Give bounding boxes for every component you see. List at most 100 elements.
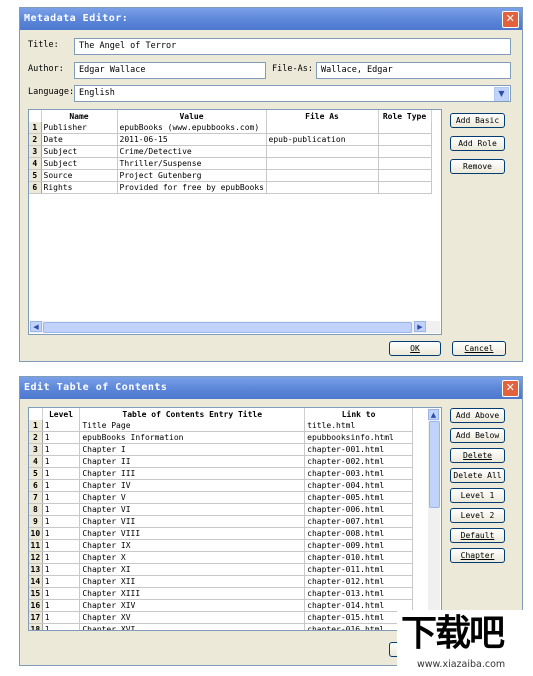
ok-button[interactable]: OK [389, 341, 441, 356]
cell-entry-title[interactable]: Chapter IV [79, 479, 306, 492]
cell-level[interactable]: 1 [42, 455, 81, 468]
cell-level[interactable]: 1 [42, 575, 81, 588]
cell-link-to[interactable]: chapter-010.html [304, 551, 413, 564]
cell-name[interactable]: Rights [41, 181, 118, 194]
cell-file-as[interactable] [266, 169, 379, 182]
cell-entry-title[interactable]: Chapter VII [79, 515, 306, 528]
cell-level[interactable]: 1 [42, 503, 81, 516]
table-row[interactable]: 2 1 epubBooks Information epubbooksinfo.htm… [29, 431, 413, 444]
cell-entry-title[interactable]: Chapter III [79, 467, 306, 480]
cell-link-to[interactable]: chapter-009.html [304, 539, 413, 552]
table-row[interactable]: 15 1 Chapter XIII chapter-013.html [29, 587, 413, 600]
table-row[interactable]: 6 1 Chapter IV chapter-004.html [29, 479, 413, 492]
cell-level[interactable]: 1 [42, 467, 81, 480]
cell-entry-title[interactable]: Chapter VI [79, 503, 306, 516]
table-row[interactable]: 1 Publisher epubBooks (www.epubbooks.com) [29, 122, 432, 134]
table-row[interactable]: 17 1 Chapter XV chapter-015.html [29, 611, 413, 624]
cell-file-as[interactable] [266, 157, 379, 170]
cell-entry-title[interactable]: epubBooks Information [79, 431, 306, 444]
close-icon[interactable]: ✕ [502, 11, 519, 28]
add-role-button[interactable]: Add Role [450, 136, 505, 151]
table-row[interactable]: 3 1 Chapter Ichapter-001.html [29, 443, 413, 456]
table-row[interactable]: 14 1 Chapter XII chapter-012.html [29, 575, 413, 588]
cell-entry-title[interactable]: Chapter XI [79, 563, 306, 576]
default-button[interactable]: Default [450, 528, 505, 543]
scroll-right-icon[interactable]: ▶ [414, 321, 426, 332]
cell-name[interactable]: Source [41, 169, 118, 182]
table-row[interactable]: 12 1 Chapter Xchapter-010.html [29, 551, 413, 564]
delete-button[interactable]: Delete [450, 448, 505, 463]
col-role-type[interactable]: Role Type [378, 110, 432, 122]
cell-file-as[interactable] [266, 122, 379, 134]
col-name[interactable]: Name [41, 110, 118, 122]
metadata-editor-titlebar[interactable]: Metadata Editor: ✕ [20, 8, 522, 30]
cell-entry-title[interactable]: Chapter XII [79, 575, 306, 588]
table-row[interactable]: 4 Subject Thriller/Suspense [29, 157, 432, 170]
cell-entry-title[interactable]: Chapter X [79, 551, 306, 564]
cell-entry-title[interactable]: Title Page [79, 420, 306, 432]
add-above-button[interactable]: Add Above [450, 408, 505, 423]
cell-link-to[interactable]: chapter-004.html [304, 479, 413, 492]
cell-value[interactable]: Thriller/Suspense [117, 157, 267, 170]
cell-link-to[interactable]: chapter-003.html [304, 467, 413, 480]
cell-level[interactable]: 1 [42, 611, 81, 624]
cell-link-to[interactable]: chapter-001.html [304, 443, 413, 456]
cell-name[interactable]: Publisher [41, 122, 118, 134]
cell-entry-title[interactable]: Chapter IX [79, 539, 306, 552]
cell-level[interactable]: 1 [42, 420, 81, 432]
table-row[interactable]: 16 1 Chapter XIV chapter-014.html [29, 599, 413, 612]
cell-level[interactable]: 1 [42, 539, 81, 552]
cell-link-to[interactable]: chapter-011.html [304, 563, 413, 576]
cell-entry-title[interactable]: Chapter XVI [79, 623, 306, 630]
table-row[interactable]: 4 1 Chapter II chapter-002.html [29, 455, 413, 468]
cell-entry-title[interactable]: Chapter XIV [79, 599, 306, 612]
table-row[interactable]: 11 1 Chapter IX chapter-009.html [29, 539, 413, 552]
scroll-up-icon[interactable]: ▲ [428, 409, 439, 420]
level-1-button[interactable]: Level 1 [450, 488, 505, 503]
table-row[interactable]: 13 1 Chapter XI chapter-011.html [29, 563, 413, 576]
cell-name[interactable]: Date [41, 133, 118, 146]
table-row[interactable]: 2 Date 2011-06-15 epub-publication [29, 133, 432, 146]
cell-link-to[interactable]: chapter-013.html [304, 587, 413, 600]
delete-all-button[interactable]: Delete All [450, 468, 505, 483]
author-field[interactable]: Edgar Wallace [74, 62, 266, 79]
table-row[interactable]: 6 Rights Provided for free by epubBooks.cc [29, 181, 432, 194]
cell-level[interactable]: 1 [42, 527, 81, 540]
cell-role-type[interactable] [378, 169, 432, 182]
cell-role-type[interactable] [378, 181, 432, 194]
cell-entry-title[interactable]: Chapter XV [79, 611, 306, 624]
title-field[interactable]: The Angel of Terror [74, 38, 511, 55]
table-row[interactable]: 8 1 Chapter VI chapter-006.html [29, 503, 413, 516]
cell-role-type[interactable] [378, 145, 432, 158]
cell-level[interactable]: 1 [42, 623, 81, 630]
scroll-left-icon[interactable]: ◀ [30, 321, 42, 332]
horizontal-scrollbar[interactable]: ◀ ▶ [30, 321, 440, 333]
cell-entry-title[interactable]: Chapter II [79, 455, 306, 468]
vertical-scrollbar[interactable]: ▲ [428, 409, 440, 629]
cell-value[interactable]: epubBooks (www.epubbooks.com) [117, 122, 267, 134]
cell-file-as[interactable]: epub-publication [266, 133, 379, 146]
cell-role-type[interactable] [378, 122, 432, 134]
cell-role-type[interactable] [378, 157, 432, 170]
cell-link-to[interactable]: chapter-012.html [304, 575, 413, 588]
cell-level[interactable]: 1 [42, 479, 81, 492]
cancel-button[interactable]: Cancel [452, 341, 506, 356]
col-value[interactable]: Value [117, 110, 267, 122]
cell-value[interactable]: Crime/Detective [117, 145, 267, 158]
cell-level[interactable]: 1 [42, 443, 81, 456]
horizontal-scroll-thumb[interactable] [43, 322, 412, 333]
cell-entry-title[interactable]: Chapter XIII [79, 587, 306, 600]
table-row[interactable]: 3 Subject Crime/Detective [29, 145, 432, 158]
chapter-button[interactable]: Chapter [450, 548, 505, 563]
cell-level[interactable]: 1 [42, 599, 81, 612]
cell-name[interactable]: Subject [41, 157, 118, 170]
cell-file-as[interactable] [266, 145, 379, 158]
table-row[interactable]: 9 1 Chapter VII chapter-007.html [29, 515, 413, 528]
remove-button[interactable]: Remove [450, 159, 505, 174]
cell-entry-title[interactable]: Chapter V [79, 491, 306, 504]
table-row[interactable]: 5 1 Chapter III chapter-003.html [29, 467, 413, 480]
vertical-scroll-thumb[interactable] [429, 421, 440, 508]
cell-entry-title[interactable]: Chapter VIII [79, 527, 306, 540]
metadata-table[interactable]: Name Value File As Role Type 1 Publisher e… [28, 109, 442, 335]
cell-value[interactable]: 2011-06-15 [117, 133, 267, 146]
